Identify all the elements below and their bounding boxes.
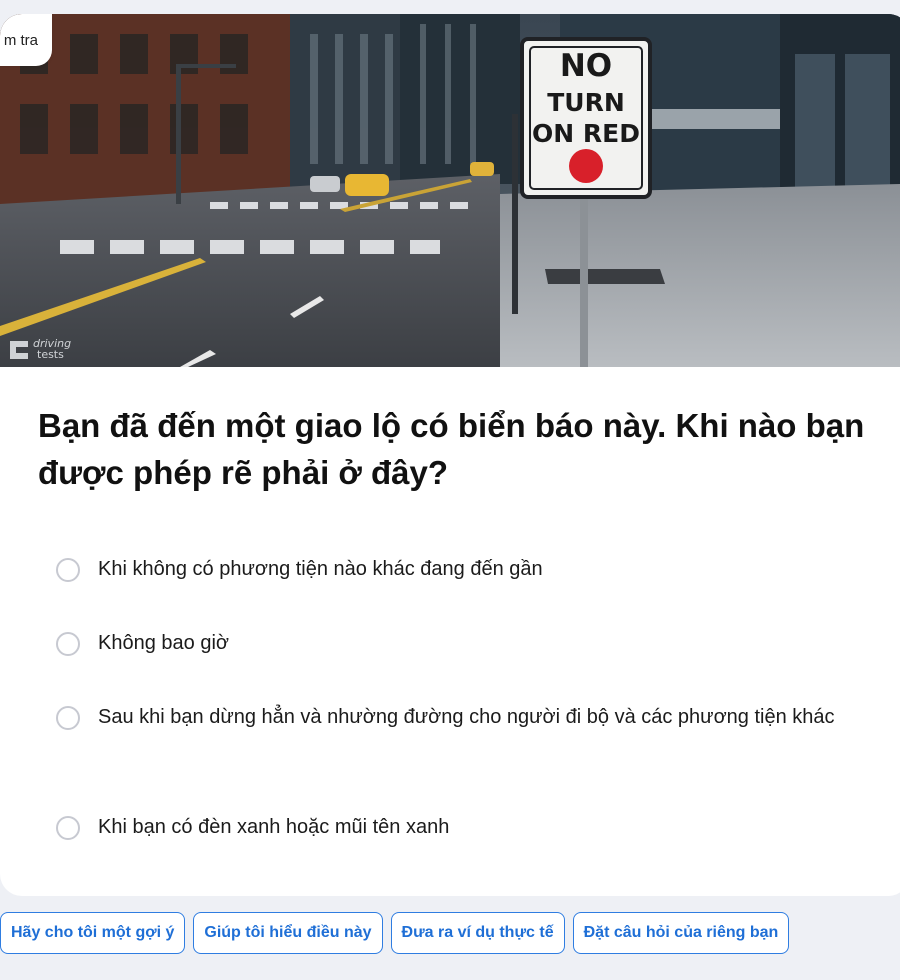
exam-mode-label: m tra [3,31,38,49]
sign-line-2: TURN [547,88,625,117]
answer-option-label: Khi bạn có đèn xanh hoặc mũi tên xanh [98,816,450,838]
answer-option-label: Khi không có phương tiện nào khác đang đ… [98,558,543,580]
answer-option-1[interactable]: Khi không có phương tiện nào khác đang đ… [56,552,856,587]
answer-option-label: Không bao giờ [98,632,229,654]
helper-prompts: Hãy cho tôi một gợi ý Giúp tôi hiểu điều… [0,912,790,954]
sign-red-dot [569,149,603,183]
question-image: NO TURN ON RED driving tests [0,14,900,367]
exam-mode-pill[interactable]: m tra [0,14,52,66]
real-example-button[interactable]: Đưa ra ví dụ thực tế [390,912,565,954]
sign-line-3: ON RED [532,119,640,148]
question-text: Bạn đã đến một giao lộ có biển báo này. … [38,407,865,491]
answer-option-2[interactable]: Không bao giờ [56,626,856,661]
radio-icon[interactable] [56,557,80,582]
quiz-page: NO TURN ON RED driving tests m tra Bạn đ… [0,0,900,980]
answer-option-3[interactable]: Sau khi bạn dừng hẳn và nhường đường cho… [56,700,856,735]
radio-icon[interactable] [56,815,80,840]
svg-text:tests: tests [37,348,64,361]
ask-own-question-button[interactable]: Đặt câu hỏi của riêng bạn [572,912,790,954]
radio-icon[interactable] [56,705,80,730]
hint-button[interactable]: Hãy cho tôi một gợi ý [0,912,186,954]
question-card: NO TURN ON RED driving tests m tra Bạn đ… [0,14,900,896]
sign-line-1: NO [560,48,612,84]
radio-icon[interactable] [56,631,80,656]
explain-button[interactable]: Giúp tôi hiểu điều này [193,912,383,954]
answer-option-4[interactable]: Khi bạn có đèn xanh hoặc mũi tên xanh [56,810,856,845]
answer-option-label: Sau khi bạn dừng hẳn và nhường đường cho… [98,706,835,728]
